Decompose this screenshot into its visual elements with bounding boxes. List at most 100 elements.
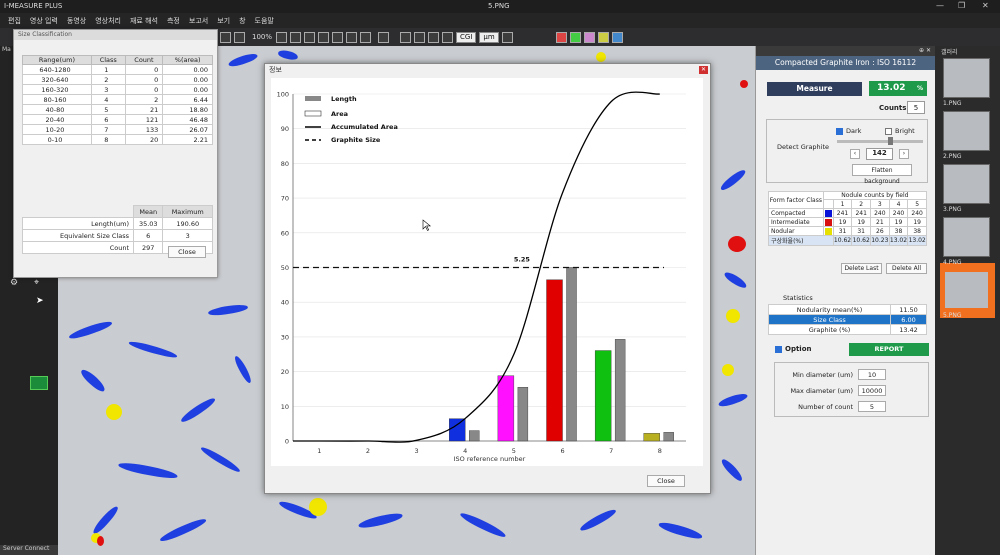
y-tick-label: 20 <box>281 368 289 376</box>
unit-select[interactable]: μm <box>479 31 499 43</box>
length-bar <box>566 267 577 442</box>
option-checkbox[interactable] <box>775 346 782 353</box>
measure-button[interactable]: Measure <box>767 82 862 96</box>
option-input[interactable]: 10 <box>858 369 886 380</box>
delete-last-button[interactable]: Delete Last <box>841 263 882 274</box>
delete-all-button[interactable]: Delete All <box>886 263 927 274</box>
option-label: Number of count <box>798 403 853 411</box>
menu-window[interactable]: 창 <box>239 16 245 26</box>
increment-button[interactable]: › <box>899 149 909 159</box>
counts-field[interactable]: 5 <box>907 101 925 114</box>
zoom-in-icon[interactable] <box>234 31 245 43</box>
gallery-thumbnail[interactable] <box>943 270 990 310</box>
legend-entry: Area <box>331 110 348 118</box>
close-icon[interactable]: ✕ <box>982 1 989 10</box>
hand-icon[interactable] <box>360 31 372 43</box>
table-row: 80-160 4 2 6.44 <box>22 94 213 105</box>
scale-bar-icon[interactable] <box>501 31 513 43</box>
zoom-level[interactable]: 100% <box>252 33 272 41</box>
menu-measure[interactable]: 측정 <box>167 16 180 26</box>
crosshair-icon[interactable]: ⌖ <box>34 278 39 288</box>
menu-edit[interactable]: 편집 <box>8 16 21 26</box>
layers-icon[interactable] <box>428 31 440 43</box>
overlay-icon[interactable] <box>583 31 595 43</box>
analyze-icon[interactable] <box>611 31 623 43</box>
layout-icon[interactable] <box>400 31 412 43</box>
table-cell: 2.21 <box>162 134 213 145</box>
stat-label[interactable]: Size Class <box>767 314 892 325</box>
app-window: I-MEASURE PLUS 5.PNG — ❐ ✕ 편집 영상 입력 동영상 … <box>0 0 1000 555</box>
y-tick-label: 40 <box>281 299 289 307</box>
dark-checkbox[interactable] <box>836 128 843 135</box>
split-icon[interactable] <box>414 31 426 43</box>
crop-icon[interactable] <box>318 31 330 43</box>
area-bar <box>546 279 563 442</box>
size-close-button[interactable]: Close <box>168 246 206 258</box>
menu-material-analysis[interactable]: 재료 해석 <box>130 16 158 26</box>
histogram-icon[interactable] <box>378 31 390 43</box>
threshold-field[interactable]: 142 <box>866 148 893 160</box>
menu-view[interactable]: 보기 <box>217 16 230 26</box>
slider-thumb[interactable] <box>888 137 893 145</box>
table-cell: 0 <box>124 64 164 75</box>
calibration-icon[interactable] <box>442 31 454 43</box>
x-tick-label: 7 <box>609 447 613 455</box>
frame-icon[interactable] <box>332 31 344 43</box>
server-connect-tab[interactable]: Server Connect <box>0 545 58 555</box>
option-input[interactable]: 5 <box>858 401 886 412</box>
fit-icon[interactable] <box>276 31 288 43</box>
minimize-icon[interactable]: — <box>936 1 944 10</box>
stat-value: 11.50 <box>890 304 927 315</box>
color-map-icon[interactable] <box>555 31 567 43</box>
pin-icon[interactable]: ⊕ ✕ <box>919 46 931 56</box>
gallery-thumbnail[interactable] <box>943 111 990 151</box>
field-header: 2 <box>851 199 871 209</box>
count-cell: 241 <box>851 208 871 218</box>
y-tick-label: 10 <box>281 403 289 411</box>
select-icon[interactable] <box>304 31 316 43</box>
graphite-particle <box>722 270 749 290</box>
decrement-button[interactable]: ‹ <box>850 149 860 159</box>
table-cell: 21 <box>124 104 164 115</box>
detect-graphite-group: Detect Graphite Dark Bright ‹ 142 › Flat… <box>766 119 928 185</box>
camera-icon[interactable] <box>346 31 358 43</box>
x-tick-label: 8 <box>658 447 662 455</box>
stat-label: Length(um) <box>21 217 135 230</box>
gallery-thumbnail[interactable] <box>943 164 990 204</box>
spreadsheet-icon[interactable] <box>30 376 48 390</box>
gallery-title: 갤러리 <box>941 49 958 56</box>
settings-icon[interactable]: ⚙ <box>10 278 18 288</box>
graphite-particle <box>657 520 704 541</box>
left-tab[interactable]: Ma <box>2 46 11 53</box>
table-cell: 7 <box>90 124 126 135</box>
zoom-out-icon[interactable] <box>220 31 231 43</box>
chart-plot: 0 10 20 30 40 50 60 70 80 90 100 1 2 3 4 5 6 7 8 ISO refere… <box>271 78 703 466</box>
stat-label[interactable]: Graphite (%) <box>767 324 892 335</box>
menu-image-input[interactable]: 영상 입력 <box>30 16 58 26</box>
filter-icon[interactable] <box>597 31 609 43</box>
menu-video[interactable]: 동영상 <box>67 16 86 26</box>
table-cell: 6.44 <box>162 94 213 105</box>
grid-icon[interactable] <box>290 31 302 43</box>
threshold-slider[interactable] <box>837 140 923 143</box>
stat-value: 6.00 <box>890 314 927 325</box>
flatten-button[interactable]: Flatten background <box>852 164 912 185</box>
menu-report[interactable]: 보고서 <box>189 16 208 26</box>
menu-help[interactable]: 도움말 <box>255 16 274 26</box>
gallery-thumbnail[interactable] <box>943 217 990 257</box>
palette-icon[interactable] <box>569 31 581 43</box>
stat-label[interactable]: Nodularity mean(%) <box>767 304 892 315</box>
calibration-select[interactable]: CGI <box>456 31 477 43</box>
chart-close-button[interactable]: Close <box>647 475 685 487</box>
option-input[interactable]: 10000 <box>858 385 886 396</box>
report-button[interactable]: REPORT <box>849 343 929 356</box>
option-label: Max diameter (um) <box>790 387 853 395</box>
graphite-particle <box>277 49 299 61</box>
menu-image-processing[interactable]: 영상처리 <box>95 16 121 26</box>
stat-mean: 6 <box>133 229 164 242</box>
close-icon[interactable]: ✕ <box>699 66 708 74</box>
bright-checkbox[interactable] <box>885 128 892 135</box>
restore-icon[interactable]: ❐ <box>958 1 965 10</box>
gallery-thumbnail[interactable] <box>943 58 990 98</box>
graphite-particle <box>117 460 179 481</box>
